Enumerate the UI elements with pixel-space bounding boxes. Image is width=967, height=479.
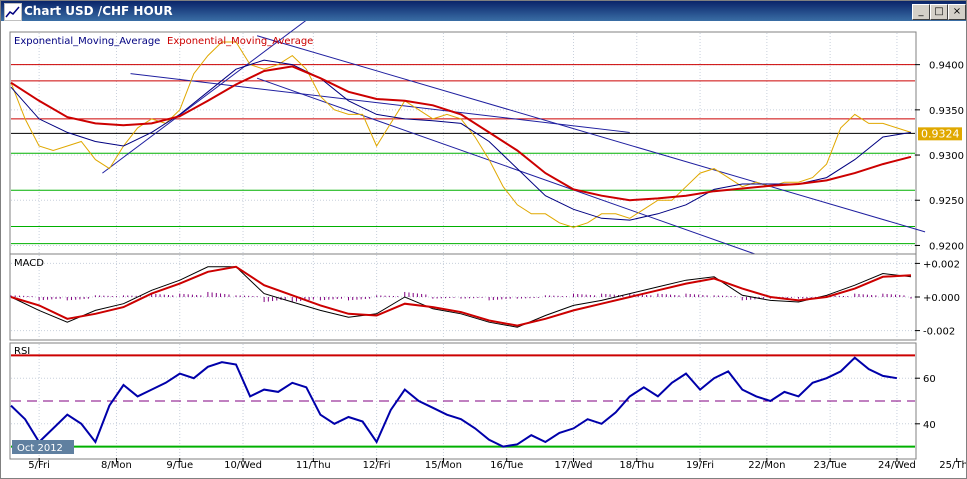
x-tick-label: 9/Tue [166, 460, 193, 471]
macd-legend: MACD [14, 258, 44, 269]
y-tick-label: +0.000 [923, 293, 960, 304]
chart-window: Chart USD /CHF HOUR _ □ × 0.9400 0.9350 0.… [0, 0, 967, 479]
rsi-legend: RSI [14, 346, 30, 357]
y-tick-label: 0.9250 [929, 196, 964, 207]
x-tick-label: 19/Fri [686, 460, 714, 471]
macd-y-axis: +0.002 +0.000 -0.002 [915, 259, 960, 338]
chart-icon [4, 3, 22, 21]
x-tick-label: 25/Thu [939, 460, 966, 471]
last-price-label: 0.9324 [921, 127, 960, 140]
x-tick-label: 5/Fri [28, 460, 50, 471]
y-tick-label: 60 [923, 374, 936, 385]
title-bar[interactable]: Chart USD /CHF HOUR _ □ × [1, 1, 966, 21]
period-label: Oct 2012 [17, 443, 63, 454]
x-tick-label: 12/Fri [363, 460, 391, 471]
y-tick-label: 40 [923, 420, 936, 431]
window-title: Chart USD /CHF HOUR [24, 4, 173, 18]
y-tick-label: 0.9300 [929, 151, 964, 162]
y-tick-label: 0.9400 [929, 61, 964, 72]
x-tick-label: 23/Tue [814, 460, 847, 471]
x-tick-label: 22/Mon [748, 460, 785, 471]
time-axis: 5/Fri 8/Mon 9/Tue 10/Wed 11/Thu 12/Fri 15/Mon 1… [28, 458, 966, 471]
y-tick-label: -0.002 [923, 327, 955, 338]
price-panel [9, 31, 917, 261]
price-y-axis: 0.9400 0.9350 0.9300 0.9250 0.9200 [915, 61, 964, 252]
maximize-button[interactable]: □ [930, 4, 948, 20]
x-tick-label: 24/Wed [878, 460, 916, 471]
x-tick-label: 17/Wed [555, 460, 593, 471]
chart-area[interactable]: 0.9400 0.9350 0.9300 0.9250 0.9200 0.9324 Ex… [1, 21, 966, 478]
y-tick-label: 0.9200 [929, 241, 964, 252]
x-tick-label: 18/Thu [619, 460, 654, 471]
x-tick-label: 10/Wed [224, 460, 262, 471]
minimize-button[interactable]: _ [912, 4, 930, 20]
x-tick-label: 11/Thu [296, 460, 331, 471]
x-tick-label: 15/Mon [425, 460, 462, 471]
x-tick-label: 16/Tue [490, 460, 523, 471]
x-tick-label: 8/Mon [101, 460, 132, 471]
y-tick-label: 0.9350 [929, 106, 964, 117]
y-tick-label: +0.002 [923, 259, 960, 270]
close-button[interactable]: × [948, 4, 966, 20]
legend-ema-fast: Exponential_Moving_Average [14, 36, 160, 47]
rsi-y-axis: 60 40 [915, 374, 936, 431]
legend-ema-slow: Exponential_Moving_Average [167, 36, 313, 47]
